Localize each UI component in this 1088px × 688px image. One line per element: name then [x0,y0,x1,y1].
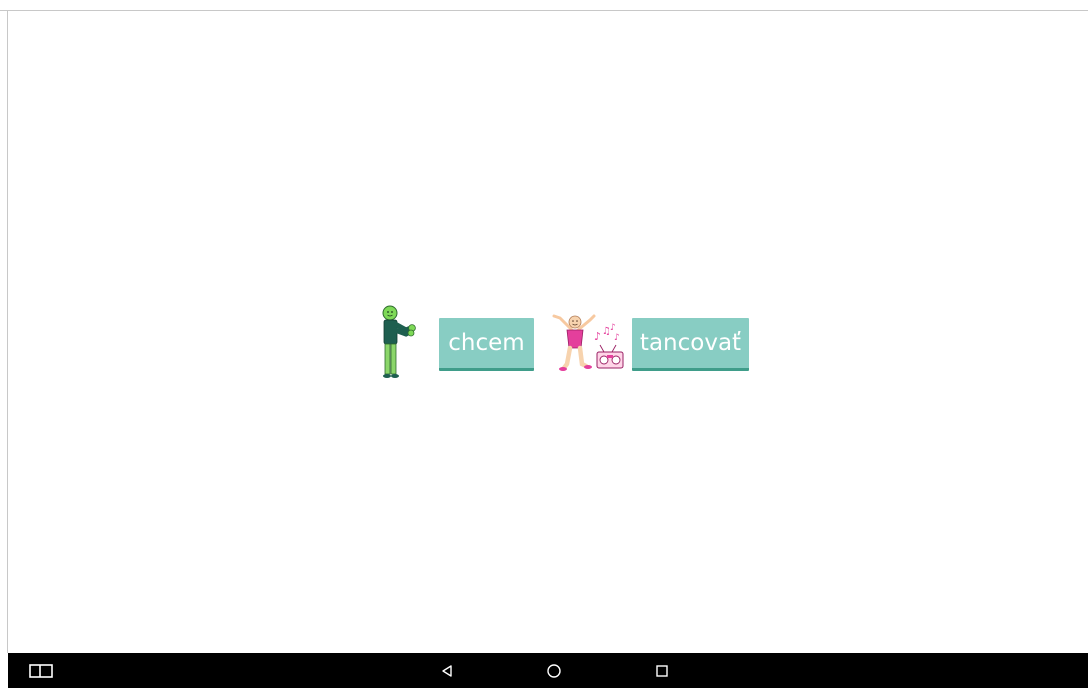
recents-square-icon [656,664,668,677]
svg-text:♪: ♪ [594,330,601,343]
sentence-strip: chcem ♪ ♫ ♪ ♪ tancovať [372,302,762,386]
person-wanting-symbol[interactable] [378,304,418,382]
home-button[interactable] [539,653,569,688]
back-triangle-icon [442,664,452,677]
keyboard-toggle-icon [29,663,53,678]
frame-border-top [0,10,1088,11]
svg-text:♪: ♪ [610,323,616,333]
person-dancing-symbol[interactable]: ♪ ♫ ♪ ♪ [550,312,630,376]
keyboard-toggle-button[interactable] [26,653,56,688]
home-circle-icon [547,663,561,678]
recents-button[interactable] [647,653,677,688]
frame-border-left [7,10,8,653]
svg-text:♪: ♪ [614,333,620,343]
word-card-chcem[interactable]: chcem [439,318,534,371]
system-navigation-bar [8,653,1088,688]
back-button[interactable] [432,653,462,688]
word-card-tancovat[interactable]: tancovať [632,318,749,371]
app-screen: chcem ♪ ♫ ♪ ♪ tancovať [0,0,1088,688]
